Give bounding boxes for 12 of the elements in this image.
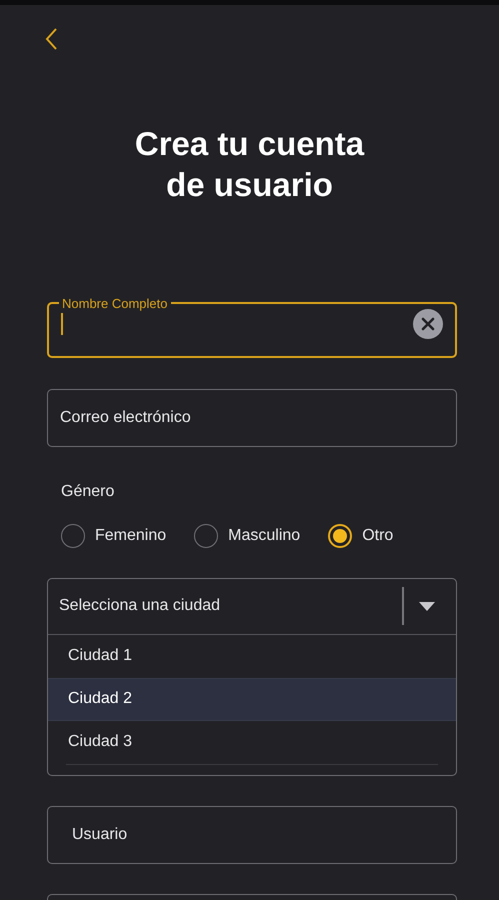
- city-option[interactable]: Ciudad 1: [48, 634, 456, 678]
- name-field[interactable]: Nombre Completo: [47, 296, 457, 358]
- city-select[interactable]: Selecciona una ciudad: [48, 578, 456, 635]
- city-option[interactable]: Ciudad 2: [48, 678, 456, 721]
- radio-label: Femenino: [95, 526, 166, 546]
- email-field[interactable]: Correo electrónico: [47, 388, 457, 447]
- page-title: Crea tu cuenta de usuario: [134, 124, 366, 206]
- city-option[interactable]: Ciudad 3: [48, 720, 456, 764]
- radio-label: Otro: [362, 526, 394, 546]
- user-field[interactable]: Usuario: [47, 806, 457, 864]
- radio-label: Masculino: [228, 526, 300, 546]
- gender-label: Género: [61, 482, 116, 502]
